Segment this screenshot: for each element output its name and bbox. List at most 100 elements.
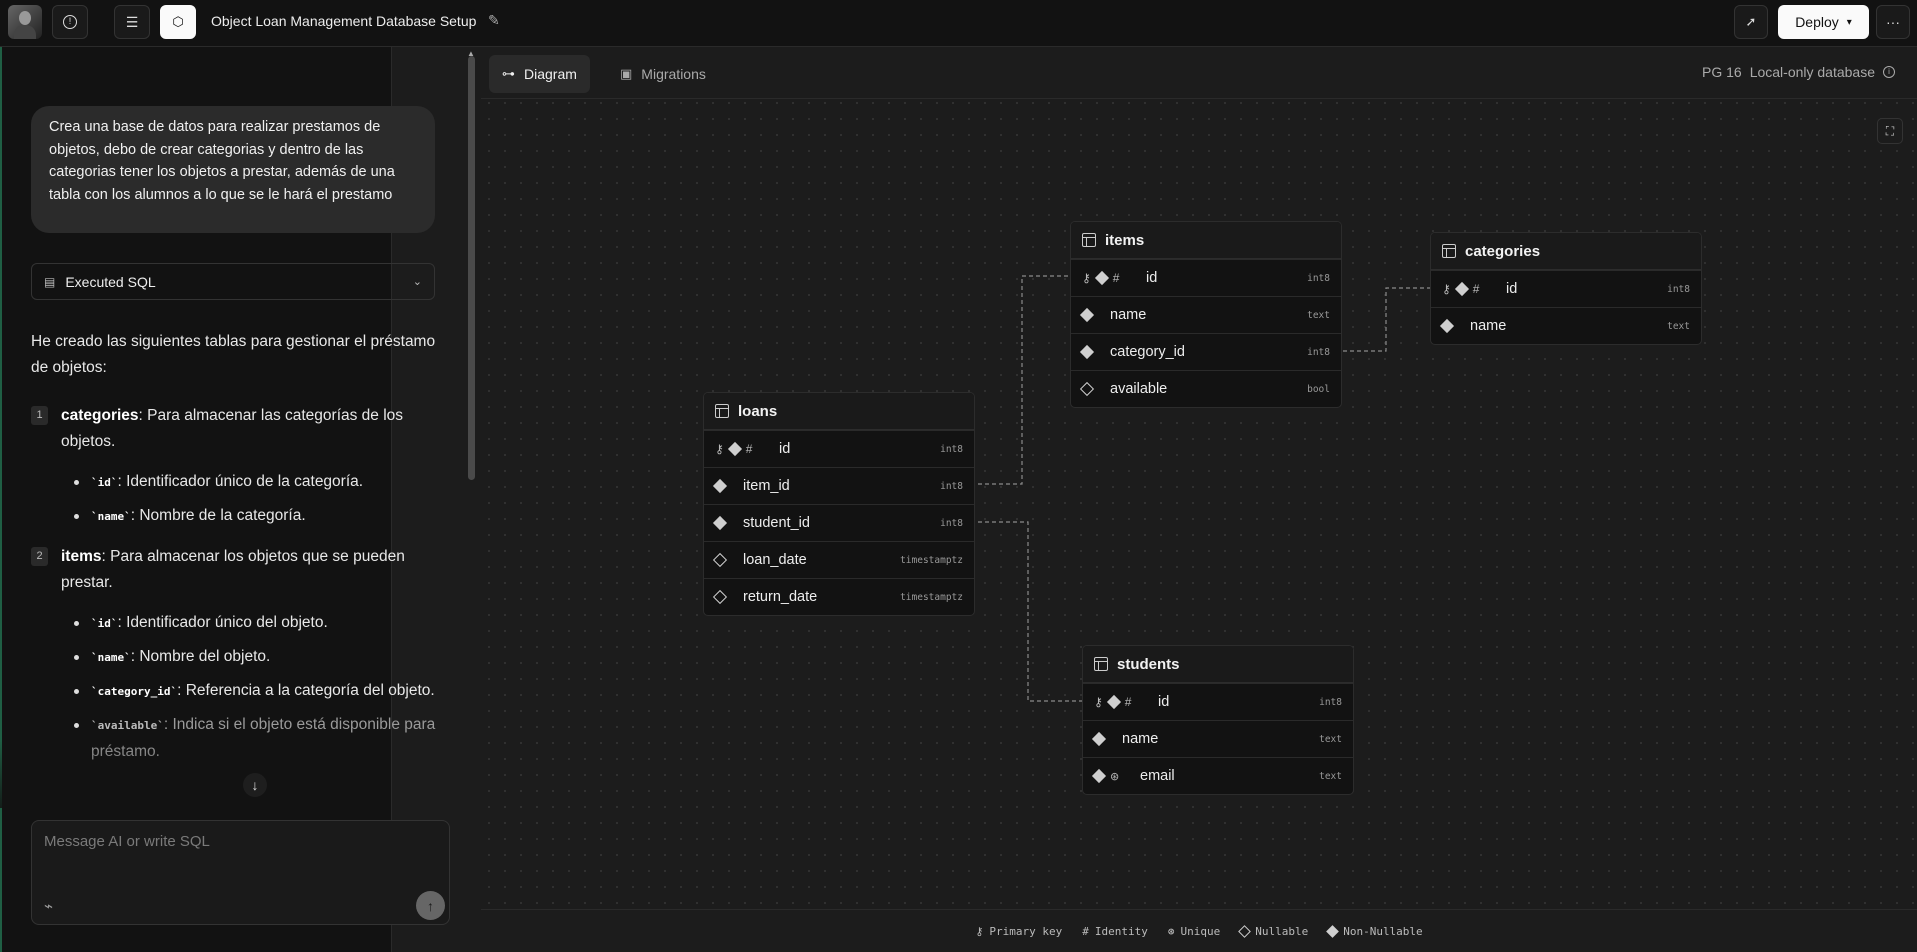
inline-code: `name` xyxy=(91,651,131,664)
column-name: loan_date xyxy=(743,552,807,568)
panel-accent xyxy=(0,47,2,952)
inline-code: `name` xyxy=(91,510,131,523)
table-row: ⊛ email text xyxy=(1083,757,1353,794)
chat-scrollbar[interactable] xyxy=(468,56,475,480)
non-nullable-icon xyxy=(1326,924,1340,938)
column-flags xyxy=(1079,307,1110,323)
db-mode: Local-only database xyxy=(1749,64,1875,80)
column-type: int8 xyxy=(940,517,963,529)
inline-code: `id` xyxy=(91,476,118,489)
bullet-text: : Nombre de la categoría. xyxy=(130,507,306,524)
attach-icon[interactable]: ⌁ xyxy=(44,897,53,915)
chat-fade xyxy=(0,740,390,808)
table-students[interactable]: students ⚷ # id int8 name text ⊛ email te… xyxy=(1082,645,1354,795)
column-flags xyxy=(712,589,743,605)
nullable-icon xyxy=(712,552,728,568)
info-icon: ! xyxy=(63,15,77,29)
non-nullable-icon xyxy=(712,478,728,494)
column-name: item_id xyxy=(743,478,790,494)
list-number: 2 xyxy=(31,547,48,566)
column-flags xyxy=(1079,381,1110,397)
list-number: 1 xyxy=(31,406,48,425)
non-nullable-icon xyxy=(1079,307,1095,323)
inline-code: `available` xyxy=(91,719,164,732)
column-flags xyxy=(712,552,743,568)
diagram-canvas[interactable] xyxy=(481,47,1917,952)
table-row: name text xyxy=(1071,296,1341,333)
identity-icon: # xyxy=(1124,695,1132,709)
edit-title-icon[interactable]: ✎ xyxy=(488,12,500,29)
assistant-message: He creado las siguientes tablas para ges… xyxy=(31,329,441,779)
executed-sql-dropdown[interactable]: ▤ Executed SQL ⌄ xyxy=(31,263,435,300)
send-button[interactable]: ↑ xyxy=(416,891,445,920)
column-type: text xyxy=(1319,770,1342,782)
canvas-header: ⊶ Diagram ▣ Migrations PG 16 Local-only … xyxy=(481,47,1917,99)
diagram-legend: ⚷ Primary key # Identity ⊛ Unique Nullable … xyxy=(481,909,1917,952)
non-nullable-icon xyxy=(727,441,742,457)
tab-diagram[interactable]: ⊶ Diagram xyxy=(489,55,590,93)
column-name: id xyxy=(1506,281,1518,297)
diagram-icon: ⊶ xyxy=(502,66,515,81)
table-items[interactable]: items ⚷ # id int8 name text category_id i… xyxy=(1070,221,1342,408)
table-row: ⚷ # id int8 xyxy=(704,430,974,467)
column-name: name xyxy=(1110,307,1147,323)
column-type: int8 xyxy=(1307,272,1330,284)
table-categories[interactable]: categories ⚷ # id int8 name text xyxy=(1430,232,1702,345)
column-name: name xyxy=(1470,318,1507,334)
non-nullable-icon xyxy=(1091,731,1107,747)
info-icon[interactable]: i xyxy=(1883,66,1895,78)
deploy-button[interactable]: Deploy ▾ xyxy=(1778,5,1869,39)
database-info: PG 16 Local-only database i xyxy=(1702,64,1895,80)
table-row: category_id int8 xyxy=(1071,333,1341,370)
avatar[interactable] xyxy=(8,5,42,39)
scroll-to-bottom-button[interactable]: ↓ xyxy=(243,773,267,797)
non-nullable-icon xyxy=(712,515,728,531)
table-row: student_id int8 xyxy=(704,504,974,541)
column-flags xyxy=(712,515,743,531)
bullet-text: : Nombre del objeto. xyxy=(130,648,271,665)
column-name: id xyxy=(1158,694,1170,710)
expand-icon: ⛶ xyxy=(1885,123,1895,138)
nullable-icon xyxy=(712,589,728,605)
legend-nullable: Nullable xyxy=(1238,924,1309,938)
table-header: items xyxy=(1071,222,1341,259)
executed-sql-label: Executed SQL xyxy=(65,273,156,290)
column-flags: ⚷ # xyxy=(1442,281,1506,297)
legend-label: Nullable xyxy=(1255,924,1309,938)
message-input[interactable] xyxy=(44,833,424,850)
bullet-text: : Identificador único del objeto. xyxy=(117,614,328,631)
top-bar: ! ☰ ⬡ Object Loan Management Database Se… xyxy=(0,0,1917,47)
menu-icon: ☰ xyxy=(125,13,139,30)
info-icon-button[interactable]: ! xyxy=(52,5,88,39)
legend-label: Primary key xyxy=(989,924,1063,938)
table-loans[interactable]: loans ⚷ # id int8 item_id int8 student_id… xyxy=(703,392,975,616)
column-flags: ⚷ # xyxy=(1094,694,1158,710)
list-item: 2 items: Para almacenar los objetos que … xyxy=(31,544,441,596)
column-type: text xyxy=(1667,320,1690,332)
more-options-button[interactable]: ··· xyxy=(1876,5,1910,39)
legend-non-nullable: Non-Nullable xyxy=(1326,924,1423,938)
tab-migrations[interactable]: ▣ Migrations xyxy=(607,55,719,93)
column-type: int8 xyxy=(1667,283,1690,295)
bullet-item: `name`: Nombre del objeto. xyxy=(74,644,441,671)
nullable-icon xyxy=(1238,924,1252,938)
column-flags: ⚷ # xyxy=(1082,270,1146,286)
column-name: category_id xyxy=(1110,344,1185,360)
column-flags: ⊛ xyxy=(1091,768,1140,784)
legend-primary-key: ⚷ Primary key xyxy=(975,925,1062,938)
key-icon: ⚷ xyxy=(1082,271,1091,285)
bullet-item: `category_id`: Referencia a la categoría… xyxy=(74,678,441,705)
legend-label: Non-Nullable xyxy=(1343,924,1423,938)
migrations-icon: ▣ xyxy=(620,66,633,81)
table-row: loan_date timestamptz xyxy=(704,541,974,578)
fullscreen-button[interactable]: ⛶ xyxy=(1877,118,1903,144)
bullet-text: : Referencia a la categoría del objeto. xyxy=(177,682,435,699)
menu-button[interactable]: ☰ xyxy=(114,5,150,39)
chevron-down-icon: ▾ xyxy=(1846,16,1852,28)
project-button[interactable]: ⬡ xyxy=(160,5,196,39)
column-type: text xyxy=(1319,733,1342,745)
column-name: email xyxy=(1140,768,1175,784)
pg-version: PG 16 xyxy=(1701,64,1742,80)
share-button[interactable]: ➚ xyxy=(1734,5,1768,39)
bullet-item: `name`: Nombre de la categoría. xyxy=(74,503,441,530)
